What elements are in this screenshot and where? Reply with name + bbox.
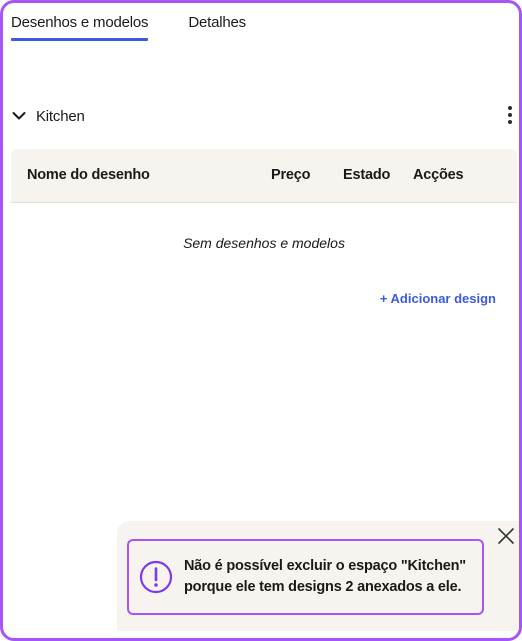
close-icon[interactable] xyxy=(497,527,515,545)
tab-details[interactable]: Detalhes xyxy=(188,13,246,41)
designs-table-header: Nome do desenho Preço Estado Acções xyxy=(11,149,517,203)
add-design-button[interactable]: + Adicionar design xyxy=(380,291,496,306)
column-header-actions: Acções xyxy=(413,167,464,183)
space-section-header: Kitchen xyxy=(11,104,517,128)
tab-bar: Desenhos e modelos Detalhes xyxy=(11,13,246,43)
column-header-design-name: Nome do desenho xyxy=(27,167,150,183)
space-title: Kitchen xyxy=(36,107,85,125)
empty-table-message: Sem desenhos e modelos xyxy=(183,235,345,251)
toast-text-line-2: porque ele tem designs 2 anexados a ele. xyxy=(184,579,462,595)
tab-designs-and-models[interactable]: Desenhos e modelos xyxy=(11,13,149,41)
toast-text: Não é possível excluir o espaço "Kitchen… xyxy=(184,556,466,598)
app-frame: Desenhos e modelos Detalhes Kitchen Nome… xyxy=(0,0,522,641)
column-header-price: Preço xyxy=(271,167,311,183)
toast-text-line-1: Não é possível excluir o espaço "Kitchen… xyxy=(184,558,466,574)
column-header-status: Estado xyxy=(343,167,391,183)
toast-message-box: Não é possível excluir o espaço "Kitchen… xyxy=(127,539,484,615)
kebab-menu-icon[interactable] xyxy=(505,104,515,126)
alert-icon xyxy=(139,560,173,594)
chevron-down-icon[interactable] xyxy=(11,108,27,124)
error-toast: Não é possível excluir o espaço "Kitchen… xyxy=(117,521,519,631)
